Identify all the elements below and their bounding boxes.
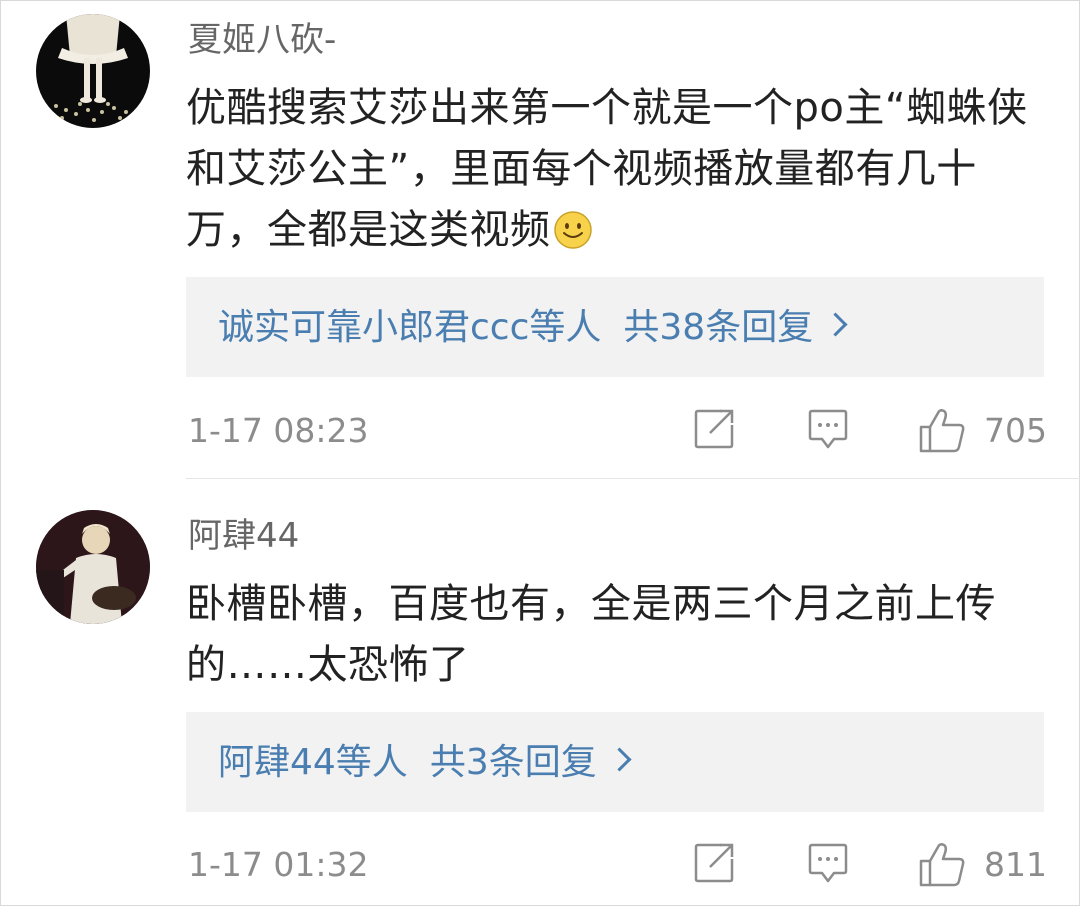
reply-users: 诚实可靠小郎君ccc等人 [218,307,602,348]
comment-text: 卧槽卧槽，百度也有，全是两三个月之前上传的……太恐怖了 [186,574,1046,696]
avatar-image [36,14,150,128]
reply-count: 共3条回复 [429,742,597,783]
like-count: 811 [984,845,1047,884]
comment-button[interactable] [806,407,850,451]
like-button[interactable] [918,407,966,453]
replies-summary[interactable]: 诚实可靠小郎君ccc等人 共38条回复 [218,305,848,351]
reply-users: 阿肆44等人 [218,742,408,783]
share-edit-icon [694,843,734,883]
comment-item: 夏姬八砍- 优酷搜索艾莎出来第一个就是一个po主“蜘蛛侠和艾莎公主”，里面每个视… [0,0,1080,478]
replies-preview[interactable]: 阿肆44等人 共3条回复 [186,712,1044,812]
comment-icon [808,409,848,449]
smile-emoji-icon [553,211,592,249]
share-button[interactable] [692,407,736,451]
avatar-image [36,510,150,624]
like-count: 705 [984,411,1047,450]
replies-preview[interactable]: 诚实可靠小郎君ccc等人 共38条回复 [186,277,1044,377]
avatar[interactable] [36,510,150,624]
share-button[interactable] [692,841,736,885]
username[interactable]: 阿肆44 [188,514,299,558]
replies-summary[interactable]: 阿肆44等人 共3条回复 [218,740,632,786]
chevron-right-icon [607,747,632,772]
like-button[interactable] [918,841,966,887]
chevron-right-icon [823,312,848,337]
avatar[interactable] [36,14,150,128]
comment-time: 1-17 01:32 [188,845,369,884]
comment-text: 优酷搜索艾莎出来第一个就是一个po主“蜘蛛侠和艾莎公主”，里面每个视频播放量都有… [186,78,1046,261]
username[interactable]: 夏姬八砍- [188,18,336,62]
thumbs-up-icon [919,409,965,453]
comment-icon [808,843,848,883]
comment-button[interactable] [806,841,850,885]
comment-text-content: 卧槽卧槽，百度也有，全是两三个月之前上传的……太恐怖了 [186,581,996,688]
thumbs-up-icon [919,843,965,887]
reply-count: 共38条回复 [623,307,814,348]
share-edit-icon [694,409,734,449]
comment-item: 阿肆44 卧槽卧槽，百度也有，全是两三个月之前上传的……太恐怖了 阿肆44等人共… [0,479,1080,906]
comment-time: 1-17 08:23 [188,411,369,450]
comment-text-content: 优酷搜索艾莎出来第一个就是一个po主“蜘蛛侠和艾莎公主”，里面每个视频播放量都有… [186,85,1028,253]
